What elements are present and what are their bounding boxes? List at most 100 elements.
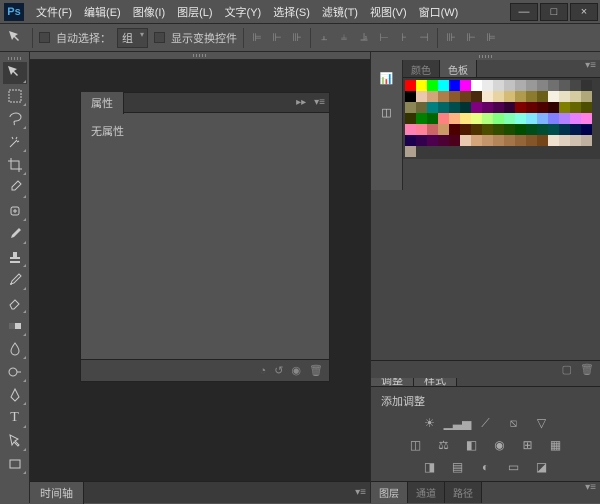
- align-hcenter-icon[interactable]: ⊦: [397, 31, 411, 45]
- swatch[interactable]: [559, 91, 570, 102]
- posterize-icon[interactable]: ▤: [449, 459, 467, 475]
- panel-collapse-icon[interactable]: ▸▸: [292, 97, 310, 108]
- menu-view[interactable]: 视图(V): [364, 1, 413, 23]
- swatch[interactable]: [515, 113, 526, 124]
- crop-tool[interactable]: [3, 154, 27, 176]
- swatch[interactable]: [405, 113, 416, 124]
- right-grip[interactable]: [371, 52, 600, 60]
- selective-color-icon[interactable]: ◪: [533, 459, 551, 475]
- swatch[interactable]: [493, 135, 504, 146]
- swatch[interactable]: [515, 124, 526, 135]
- swatch[interactable]: [460, 102, 471, 113]
- swatches-menu-icon[interactable]: ▾≡: [581, 60, 600, 77]
- menu-image[interactable]: 图像(I): [127, 1, 171, 23]
- swatch[interactable]: [548, 102, 559, 113]
- swatch[interactable]: [427, 135, 438, 146]
- swatch[interactable]: [460, 113, 471, 124]
- history-brush-tool[interactable]: [3, 269, 27, 291]
- healing-tool[interactable]: [3, 200, 27, 222]
- swatch[interactable]: [438, 102, 449, 113]
- menu-type[interactable]: 文字(Y): [219, 1, 268, 23]
- swatch[interactable]: [449, 135, 460, 146]
- navigator-icon[interactable]: ◫: [375, 100, 399, 124]
- swatch[interactable]: [515, 91, 526, 102]
- layers-menu-icon[interactable]: ▾≡: [581, 482, 600, 503]
- swatch[interactable]: [416, 102, 427, 113]
- swatch[interactable]: [449, 113, 460, 124]
- color-lookup-icon[interactable]: ▦: [547, 437, 565, 453]
- swatch[interactable]: [493, 124, 504, 135]
- properties-tab[interactable]: 属性: [81, 92, 124, 114]
- swatch[interactable]: [515, 135, 526, 146]
- distribute-icon-3[interactable]: ⊫: [484, 31, 498, 45]
- swatch[interactable]: [482, 113, 493, 124]
- pen-tool[interactable]: [3, 384, 27, 406]
- swatch[interactable]: [515, 102, 526, 113]
- stamp-tool[interactable]: [3, 246, 27, 268]
- swatch[interactable]: [460, 124, 471, 135]
- maximize-button[interactable]: □: [540, 3, 568, 21]
- swatch[interactable]: [438, 113, 449, 124]
- dodge-tool[interactable]: [3, 361, 27, 383]
- histogram-icon[interactable]: 📊: [375, 66, 399, 90]
- swatch[interactable]: [570, 135, 581, 146]
- invert-icon[interactable]: ◨: [421, 459, 439, 475]
- distribute-icon-2[interactable]: ⊩: [464, 31, 478, 45]
- auto-select-checkbox[interactable]: [39, 32, 50, 43]
- swatch[interactable]: [482, 124, 493, 135]
- swatch[interactable]: [548, 113, 559, 124]
- show-transform-checkbox[interactable]: [154, 32, 165, 43]
- swatch[interactable]: [405, 91, 416, 102]
- swatch[interactable]: [526, 80, 537, 91]
- color-tab[interactable]: 颜色: [403, 60, 440, 77]
- swatch[interactable]: [482, 91, 493, 102]
- swatch[interactable]: [449, 102, 460, 113]
- swatch[interactable]: [504, 113, 515, 124]
- align-icon-2[interactable]: ⊩: [270, 31, 284, 45]
- swatch[interactable]: [471, 80, 482, 91]
- swatch[interactable]: [427, 80, 438, 91]
- timeline-menu-icon[interactable]: ▾≡: [351, 487, 370, 498]
- swatch[interactable]: [526, 91, 537, 102]
- align-vcenter-icon[interactable]: ⫨: [337, 31, 351, 45]
- exposure-icon[interactable]: ⧅: [505, 415, 523, 431]
- swatch[interactable]: [416, 124, 427, 135]
- toolbar-grip[interactable]: [0, 54, 29, 62]
- close-button[interactable]: ×: [570, 3, 598, 21]
- swatch[interactable]: [537, 102, 548, 113]
- swatch[interactable]: [471, 124, 482, 135]
- swatch[interactable]: [416, 91, 427, 102]
- align-icon-3[interactable]: ⊪: [290, 31, 304, 45]
- clip-mask-icon[interactable]: ◔: [260, 365, 267, 377]
- swatch[interactable]: [581, 80, 592, 91]
- swatch[interactable]: [427, 124, 438, 135]
- move-tool[interactable]: [3, 62, 27, 84]
- swatch[interactable]: [570, 91, 581, 102]
- swatch[interactable]: [460, 80, 471, 91]
- hue-icon[interactable]: ◫: [407, 437, 425, 453]
- swatch[interactable]: [526, 113, 537, 124]
- marquee-tool[interactable]: [3, 85, 27, 107]
- align-bottom-icon[interactable]: ⫡: [357, 31, 371, 45]
- swatch[interactable]: [504, 102, 515, 113]
- swatch[interactable]: [493, 80, 504, 91]
- swatch[interactable]: [471, 91, 482, 102]
- swatch[interactable]: [581, 135, 592, 146]
- delete-icon[interactable]: 🗑: [309, 364, 323, 377]
- swatch[interactable]: [416, 80, 427, 91]
- align-top-icon[interactable]: ⫠: [317, 31, 331, 45]
- swatch[interactable]: [405, 124, 416, 135]
- align-left-icon[interactable]: ⊢: [377, 31, 391, 45]
- photo-filter-icon[interactable]: ◉: [491, 437, 509, 453]
- menu-window[interactable]: 窗口(W): [413, 1, 465, 23]
- minimize-button[interactable]: —: [510, 3, 538, 21]
- swatch[interactable]: [570, 102, 581, 113]
- curves-icon[interactable]: ⟋: [477, 415, 495, 431]
- swatch[interactable]: [405, 80, 416, 91]
- swatch[interactable]: [559, 113, 570, 124]
- swatch[interactable]: [537, 124, 548, 135]
- swatch[interactable]: [559, 102, 570, 113]
- levels-icon[interactable]: ▁▃▅: [449, 415, 467, 431]
- swatch[interactable]: [460, 135, 471, 146]
- color-balance-icon[interactable]: ⚖: [435, 437, 453, 453]
